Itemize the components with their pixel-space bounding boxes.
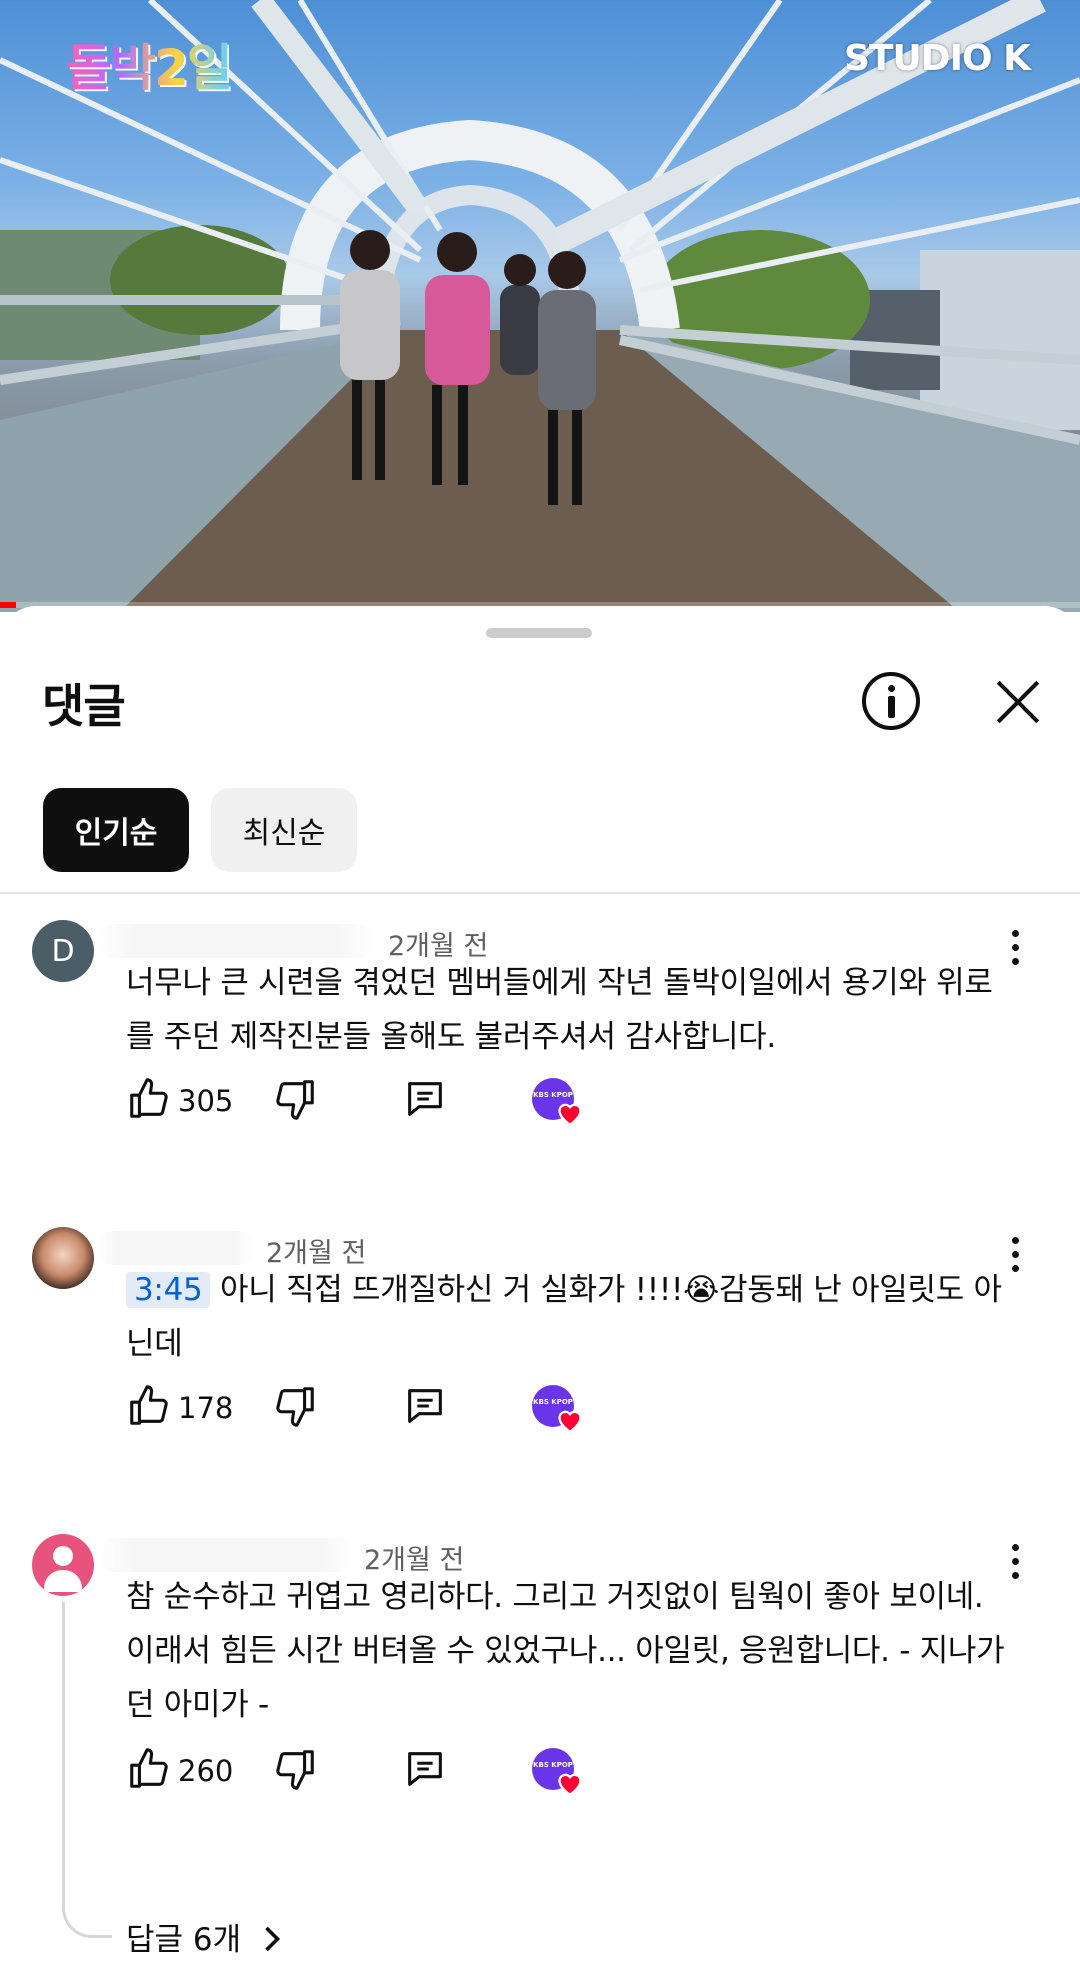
view-replies-button[interactable]: 답글 6개 — [126, 1914, 283, 1959]
video-timestamp-link[interactable]: 3:45 — [126, 1272, 211, 1308]
chevron-right-icon — [265, 1926, 281, 1952]
dislike-icon[interactable] — [272, 1076, 318, 1122]
like-count: 305 — [178, 1084, 234, 1118]
comments-sheet: 댓글 인기순 최신순 D 2개월 전 너무나 큰 시련을 겪었던 멤버들에게 작… — [0, 606, 1080, 1986]
reply-thread-line — [62, 1602, 112, 1938]
avatar[interactable] — [32, 1534, 94, 1596]
info-icon[interactable] — [862, 672, 920, 730]
drag-handle[interactable] — [486, 628, 592, 638]
reply-icon[interactable] — [402, 1746, 448, 1792]
more-options-icon[interactable] — [1010, 930, 1020, 970]
divider — [0, 892, 1080, 894]
heart-icon — [558, 1773, 582, 1796]
comment-text: 3:45 아니 직접 뜨개질하신 거 실화가 !!!!😭감동돼 난 아일릿도 아… — [126, 1263, 1006, 1371]
comment-actions: 305 KBS KPOP — [126, 1076, 626, 1126]
studio-logo: STUDIO K — [843, 38, 1031, 79]
heart-icon — [558, 1103, 582, 1126]
like-icon[interactable] — [126, 1746, 172, 1792]
like-icon[interactable] — [126, 1076, 172, 1122]
like-icon[interactable] — [126, 1383, 172, 1429]
channel-logo: 돌박2일 — [66, 28, 233, 100]
more-options-icon[interactable] — [1010, 1544, 1020, 1584]
sort-newest-chip[interactable]: 최신순 — [211, 788, 357, 872]
author-name-redacted[interactable] — [96, 1231, 256, 1265]
avatar[interactable] — [32, 1227, 94, 1289]
dislike-icon[interactable] — [272, 1746, 318, 1792]
replies-label: 답글 6개 — [126, 1922, 242, 1958]
creator-heart-badge: KBS KPOP — [532, 1748, 588, 1798]
video-player[interactable]: 돌박2일 STUDIO K — [0, 0, 1080, 612]
close-icon[interactable] — [994, 678, 1042, 726]
like-count: 260 — [178, 1754, 234, 1788]
heart-icon — [558, 1410, 582, 1433]
comment-text: 너무나 큰 시련을 겪었던 멤버들에게 작년 돌박이일에서 용기와 위로를 주던… — [126, 965, 993, 1055]
performers — [340, 230, 596, 505]
comment-actions: 260 KBS KPOP — [126, 1746, 626, 1796]
creator-heart-badge: KBS KPOP — [532, 1385, 588, 1435]
avatar[interactable]: D — [32, 920, 94, 982]
author-name-redacted[interactable] — [96, 1538, 356, 1572]
comment-text: 참 순수하고 귀엽고 영리하다. 그리고 거짓없이 팀웍이 좋아 보이네. 이래… — [126, 1579, 1005, 1723]
progress-fill — [0, 602, 17, 608]
comment-body: 아니 직접 뜨개질하신 거 실화가 !!!!😭감동돼 난 아일릿도 아닌데 — [126, 1272, 1002, 1362]
dislike-icon[interactable] — [272, 1383, 318, 1429]
author-name-redacted[interactable] — [96, 924, 376, 958]
reply-icon[interactable] — [402, 1076, 448, 1122]
creator-heart-badge: KBS KPOP — [532, 1078, 588, 1128]
like-count: 178 — [178, 1391, 234, 1425]
comment-actions: 178 KBS KPOP — [126, 1383, 626, 1433]
more-options-icon[interactable] — [1010, 1237, 1020, 1277]
sort-popular-chip[interactable]: 인기순 — [43, 788, 189, 872]
reply-icon[interactable] — [402, 1383, 448, 1429]
sheet-title: 댓글 — [42, 679, 126, 733]
